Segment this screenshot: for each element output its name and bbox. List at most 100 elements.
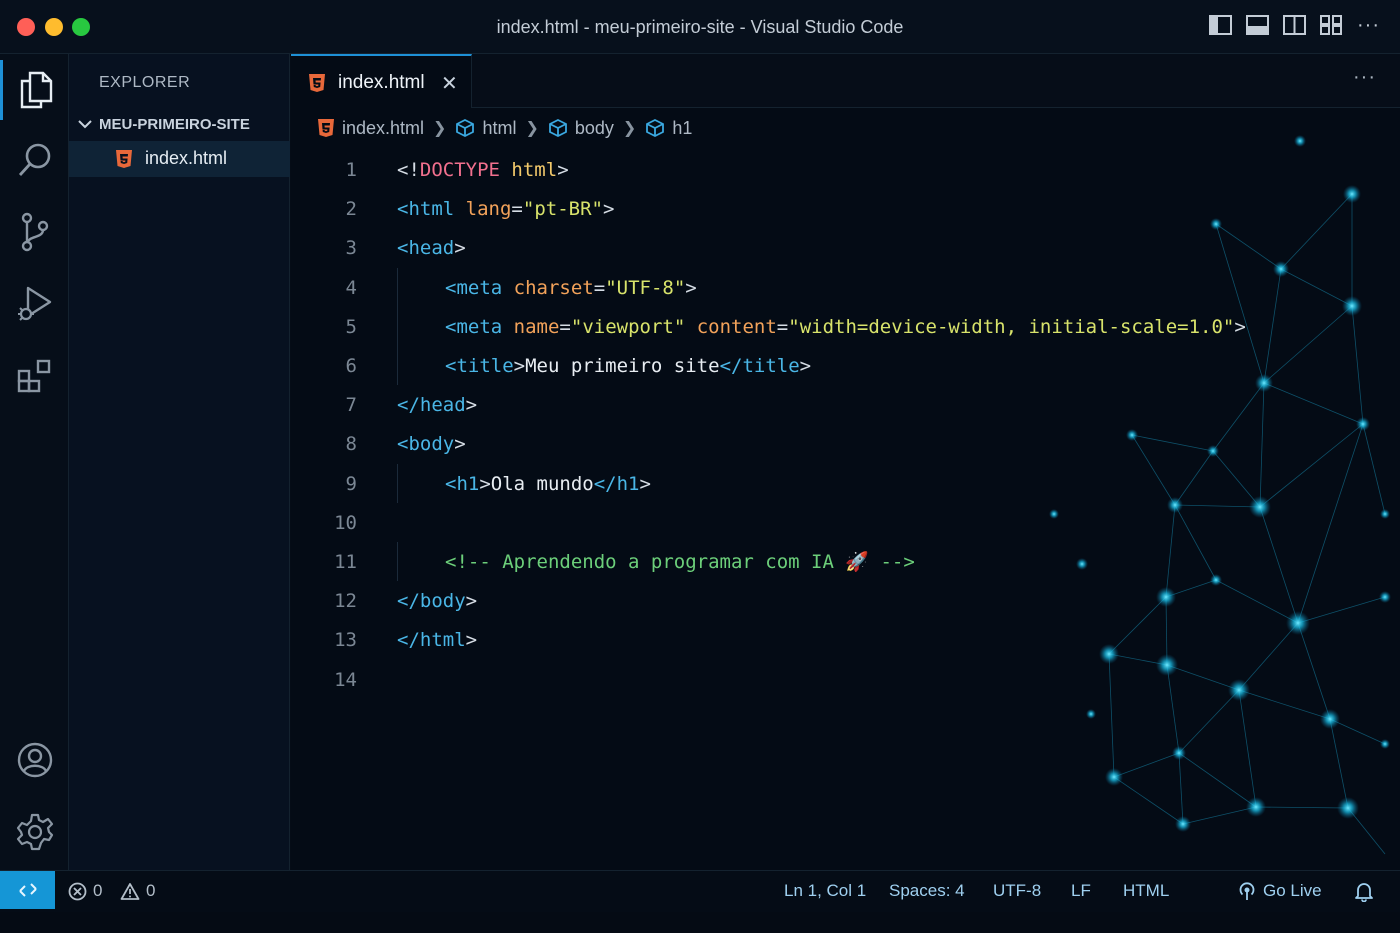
go-live-button[interactable]: Go Live (1237, 881, 1322, 901)
indentation-setting[interactable]: Spaces: 4 (889, 881, 965, 901)
line-number: 10 (334, 511, 357, 534)
line-number: 8 (345, 433, 357, 456)
chevron-right-icon: ❯ (433, 120, 447, 137)
activity-bar (0, 54, 69, 870)
code-token: <h1 (445, 472, 480, 495)
notifications-bell-icon[interactable] (1354, 881, 1374, 902)
error-icon (68, 882, 87, 900)
code-line[interactable]: 1 <!DOCTYPE html> (291, 154, 1400, 186)
code-line[interactable]: 7 </head> (291, 389, 1400, 421)
chevron-down-icon (78, 120, 92, 129)
close-icon[interactable]: ✕ (441, 71, 458, 96)
errors-indicator[interactable]: 0 (68, 881, 102, 901)
breadcrumb-h1[interactable]: h1 (645, 118, 692, 139)
line-number: 13 (334, 629, 357, 652)
code-line[interactable]: 10 (291, 507, 1400, 539)
code-token: > (454, 237, 466, 260)
code-token: <html (397, 198, 455, 221)
toggle-secondary-sidebar-icon[interactable] (1283, 15, 1307, 35)
search-icon[interactable] (0, 130, 69, 190)
code-line[interactable]: 14 (291, 664, 1400, 696)
code-line[interactable]: 8 <body> (291, 428, 1400, 460)
html5-icon (116, 150, 132, 168)
tab-index-html[interactable]: index.html ✕ (291, 54, 472, 108)
code-line[interactable]: 13 </html> (291, 624, 1400, 656)
run-and-debug-icon[interactable] (0, 274, 69, 334)
code-line[interactable]: 6 <title>Meu primeiro site</title> (291, 346, 1400, 386)
settings-gear-icon[interactable] (0, 802, 69, 862)
more-actions-icon[interactable]: ··· (1357, 15, 1380, 35)
toggle-primary-sidebar-icon[interactable] (1209, 15, 1233, 35)
title-bar: index.html - meu-primeiro-site - Visual … (0, 0, 1400, 54)
code-token: = (776, 315, 789, 338)
line-number: 5 (345, 315, 357, 338)
breadcrumb-label: index.html (342, 117, 425, 138)
editor-more-actions-icon[interactable]: ··· (1353, 66, 1376, 89)
indent-guide (397, 463, 398, 503)
code-line[interactable]: 4 <meta charset="UTF-8"> (291, 267, 1400, 307)
folder-row[interactable]: MEU-PRIMEIRO-SITE (69, 110, 290, 138)
breadcrumb: index.html ❯ html ❯ body ❯ h1 (317, 116, 692, 140)
code-line[interactable]: 3 <head> (291, 232, 1400, 264)
code-token: > (465, 394, 478, 417)
breadcrumb-html[interactable]: html (455, 118, 516, 139)
line-number: 7 (345, 394, 357, 417)
code-token: > (685, 276, 697, 299)
explorer-icon[interactable] (0, 60, 69, 120)
code-text: <head> (397, 232, 466, 264)
code-token: "width=device-width, initial-scale=1.0" (788, 315, 1235, 338)
extensions-icon[interactable] (0, 346, 69, 406)
layout-controls: ··· (1209, 15, 1380, 35)
account-icon[interactable] (0, 730, 69, 790)
line-number: 1 (345, 159, 357, 181)
code-line[interactable]: 12 </body> (291, 585, 1400, 617)
line-number: 11 (334, 551, 357, 573)
code-token: > (557, 159, 569, 181)
language-mode[interactable]: HTML (1123, 881, 1169, 901)
code-token: </head (397, 394, 466, 417)
error-count: 0 (93, 881, 103, 900)
code-token: > (1234, 315, 1246, 338)
remote-indicator-icon[interactable] (0, 871, 55, 909)
code-editor[interactable]: 1 <!DOCTYPE html> 2 <html lang="pt-BR"> 3 <he… (291, 154, 1400, 754)
encoding-setting[interactable]: UTF-8 (993, 881, 1041, 901)
source-control-icon[interactable] (0, 202, 69, 262)
code-text: <meta name="viewport" content="width=dev… (445, 311, 1246, 343)
symbol-element-icon (548, 118, 567, 138)
explorer-sidebar: EXPLORER MEU-PRIMEIRO-SITE index.html (69, 54, 290, 870)
eol-setting[interactable]: LF (1071, 881, 1091, 901)
toggle-panel-icon[interactable] (1246, 15, 1270, 35)
code-token: > (513, 355, 526, 377)
file-item-index-html[interactable]: index.html (69, 141, 290, 177)
customize-layout-icon[interactable] (1320, 15, 1343, 35)
code-token: <head (397, 237, 455, 260)
explorer-title: EXPLORER (99, 74, 191, 91)
code-token: html (511, 159, 558, 181)
warnings-indicator[interactable]: 0 (120, 881, 155, 901)
code-token: > (454, 433, 466, 456)
code-token: > (799, 355, 812, 377)
window-title: index.html - meu-primeiro-site - Visual … (496, 17, 904, 37)
cursor-position[interactable]: Ln 1, Col 1 (784, 881, 866, 901)
code-token: = (511, 198, 523, 221)
code-line[interactable]: 9 <h1>Ola mundo</h1> (291, 463, 1400, 503)
folder-name: MEU-PRIMEIRO-SITE (99, 116, 250, 133)
breadcrumb-body[interactable]: body (548, 118, 614, 139)
code-text: </head> (397, 389, 477, 421)
html5-icon (318, 119, 334, 137)
breadcrumb-label: html (482, 117, 517, 138)
code-line[interactable]: 2 <html lang="pt-BR"> (291, 193, 1400, 225)
code-line[interactable]: 5 <meta name="viewport" content="width=de… (291, 306, 1400, 346)
line-number: 4 (345, 276, 357, 299)
code-token: <title (445, 355, 514, 377)
line-number: 12 (334, 590, 357, 613)
line-number: 14 (334, 668, 357, 691)
code-token: > (479, 472, 491, 495)
code-token: <!-- Aprendendo a programar com IA 🚀 --> (445, 551, 915, 573)
indent-guide (397, 306, 398, 346)
code-token: Meu primeiro site (525, 355, 720, 377)
breadcrumb-file[interactable]: index.html (317, 118, 424, 139)
code-line[interactable]: 11 <!-- Aprendendo a programar com IA 🚀 -… (291, 542, 1400, 582)
